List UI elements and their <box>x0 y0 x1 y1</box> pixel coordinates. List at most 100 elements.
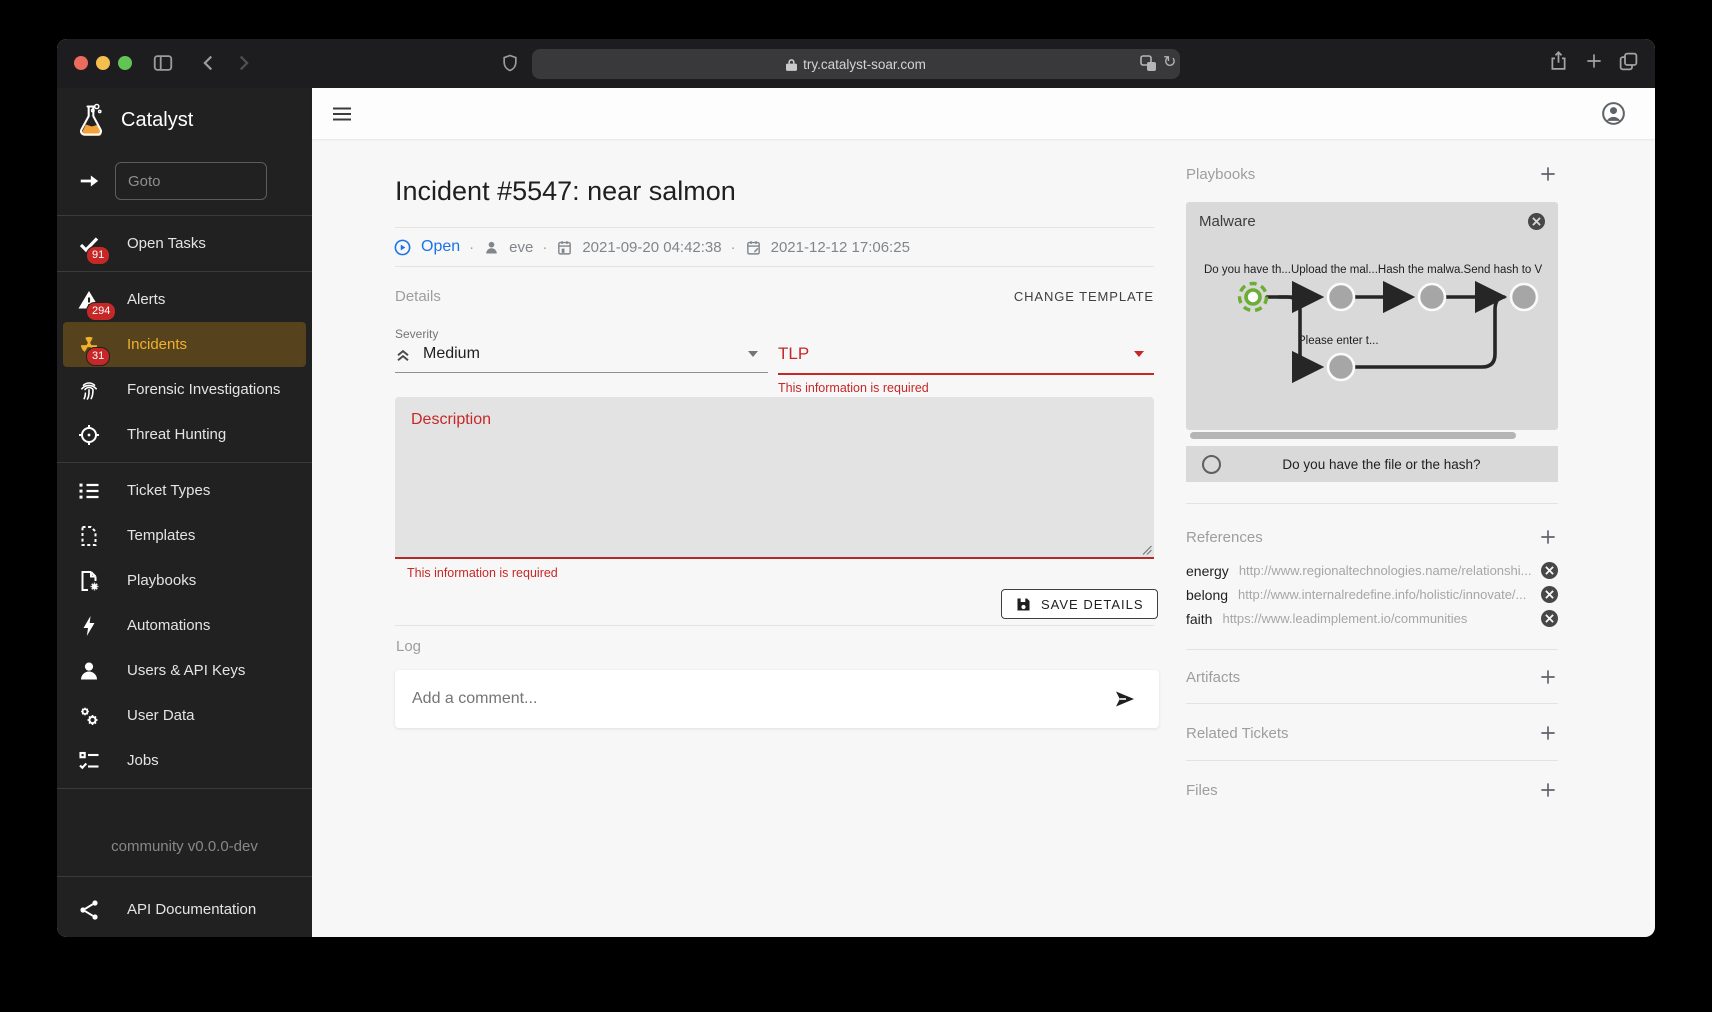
details-heading: Details <box>395 288 441 305</box>
open-tasks-badge: 91 <box>86 246 110 265</box>
url-bar[interactable]: try.catalyst-soar.com <box>532 49 1180 79</box>
bolt-icon <box>77 614 101 638</box>
status-row: Open · eve · 2021-09-20 04:42:38 · 2021-… <box>393 236 910 258</box>
divider <box>1186 503 1558 504</box>
severity-select[interactable]: Medium <box>393 344 480 364</box>
divider <box>57 462 312 463</box>
details-header-row: Details CHANGE TEMPLATE <box>395 288 1154 305</box>
remove-playbook-icon[interactable] <box>1528 213 1545 230</box>
comment-card <box>395 670 1159 728</box>
created-at: 2021-09-20 04:42:38 <box>582 239 721 256</box>
playbook-task-row[interactable]: Do you have the file or the hash? <box>1186 446 1558 482</box>
owner-icon <box>483 239 500 256</box>
reference-row: energy http://www.regionaltechnologies.n… <box>1186 562 1558 579</box>
sidebar-item-api-documentation[interactable]: API Documentation <box>57 882 312 937</box>
sidebar-item-incidents[interactable]: 31 Incidents <box>63 322 306 367</box>
tlp-select[interactable]: TLP <box>778 344 809 364</box>
back-icon[interactable] <box>198 52 220 74</box>
flow-horizontal-scrollbar[interactable] <box>1190 432 1516 439</box>
resize-handle-icon[interactable] <box>1142 545 1152 555</box>
reload-icon[interactable]: ↻ <box>1163 55 1176 71</box>
page-title: Incident #5547: near salmon <box>395 176 736 207</box>
modified-calendar-icon <box>745 239 762 256</box>
change-template-button[interactable]: CHANGE TEMPLATE <box>1014 289 1154 304</box>
sidebar-item-alerts[interactable]: 294 Alerts <box>57 277 312 322</box>
playbooks-heading: Playbooks <box>1186 166 1255 183</box>
minimize-window-button[interactable] <box>96 56 110 70</box>
divider <box>395 227 1154 228</box>
warning-icon: 294 <box>77 288 101 312</box>
status-label[interactable]: Open <box>421 238 460 256</box>
severity-label: Severity <box>395 327 438 341</box>
tlp-caret-icon[interactable] <box>1134 351 1144 357</box>
gears-icon <box>77 704 101 728</box>
sidebar-item-automations[interactable]: Automations <box>57 603 312 648</box>
comment-input[interactable] <box>412 690 1113 708</box>
add-artifact-button[interactable] <box>1538 667 1558 687</box>
remove-reference-icon[interactable] <box>1541 586 1558 603</box>
brand-name: Catalyst <box>121 109 193 132</box>
modified-at: 2021-12-12 17:06:25 <box>771 239 910 256</box>
check-icon: 91 <box>77 232 101 256</box>
sidebar-item-forensic-investigations[interactable]: Forensic Investigations <box>57 367 312 412</box>
add-related-ticket-button[interactable] <box>1538 723 1558 743</box>
playbook-card-malware: Malware Do you have th...Upload the mal.… <box>1186 202 1558 430</box>
severity-underline <box>395 372 768 373</box>
divider <box>57 788 312 789</box>
related-tickets-heading: Related Tickets <box>1186 725 1289 742</box>
sidebar-item-users-api-keys[interactable]: Users & API Keys <box>57 648 312 693</box>
playbook-flow-diagram[interactable] <box>1186 242 1558 430</box>
add-reference-button[interactable] <box>1538 527 1558 547</box>
remove-reference-icon[interactable] <box>1541 562 1558 579</box>
maximize-window-button[interactable] <box>118 56 132 70</box>
remove-reference-icon[interactable] <box>1541 610 1558 627</box>
owner-name: eve <box>509 239 533 256</box>
reference-row: belong http://www.internalredefine.info/… <box>1186 586 1558 603</box>
files-header: Files <box>1186 780 1558 800</box>
brand-row: Catalyst <box>57 88 312 152</box>
files-heading: Files <box>1186 782 1218 799</box>
forward-icon[interactable] <box>232 52 254 74</box>
task-radio[interactable] <box>1202 455 1221 474</box>
sidebar-item-templates[interactable]: Templates <box>57 513 312 558</box>
sidebar-item-playbooks[interactable]: Playbooks <box>57 558 312 603</box>
menu-hamburger-icon[interactable] <box>330 102 354 126</box>
incidents-badge: 31 <box>86 347 110 366</box>
fingerprint-icon <box>77 378 101 402</box>
add-file-button[interactable] <box>1538 780 1558 800</box>
add-playbook-button[interactable] <box>1538 164 1558 184</box>
save-details-button[interactable]: SAVE DETAILS <box>1001 589 1158 619</box>
send-icon[interactable] <box>1113 687 1137 711</box>
share-icon[interactable] <box>1548 50 1569 72</box>
sidebar-item-threat-hunting[interactable]: Threat Hunting <box>57 412 312 457</box>
severity-caret-icon[interactable] <box>748 351 758 357</box>
app-sidebar: Catalyst 91 Open Tasks 294 Alerts 31 Inc… <box>57 88 312 937</box>
goto-input[interactable] <box>115 162 267 200</box>
divider <box>395 625 1154 626</box>
divider <box>57 876 312 877</box>
playbook-card-title: Malware <box>1199 213 1256 230</box>
description-textarea[interactable]: Description <box>395 397 1154 559</box>
tab-overview-icon[interactable] <box>1618 51 1639 72</box>
file-gear-icon <box>77 569 101 593</box>
floppy-icon <box>1015 596 1032 613</box>
sidebar-item-user-data[interactable]: User Data <box>57 693 312 738</box>
references-heading: References <box>1186 529 1263 546</box>
sidebar-item-jobs[interactable]: Jobs <box>57 738 312 783</box>
close-window-button[interactable] <box>74 56 88 70</box>
divider <box>57 215 312 216</box>
file-dashed-icon <box>77 524 101 548</box>
account-avatar-icon[interactable] <box>1600 100 1627 127</box>
sidebar-item-ticket-types[interactable]: Ticket Types <box>57 468 312 513</box>
new-tab-icon[interactable] <box>1584 51 1604 71</box>
sidebar-toggle-icon[interactable] <box>152 52 174 74</box>
divider <box>395 266 1154 267</box>
checklist-icon <box>77 749 101 773</box>
main-toolbar <box>312 88 1655 139</box>
translate-icon[interactable] <box>1140 55 1157 72</box>
divider <box>1186 760 1558 761</box>
severity-medium-icon <box>393 344 413 364</box>
privacy-shield-icon[interactable] <box>500 52 520 74</box>
alerts-badge: 294 <box>86 302 116 321</box>
sidebar-item-open-tasks[interactable]: 91 Open Tasks <box>57 221 312 266</box>
